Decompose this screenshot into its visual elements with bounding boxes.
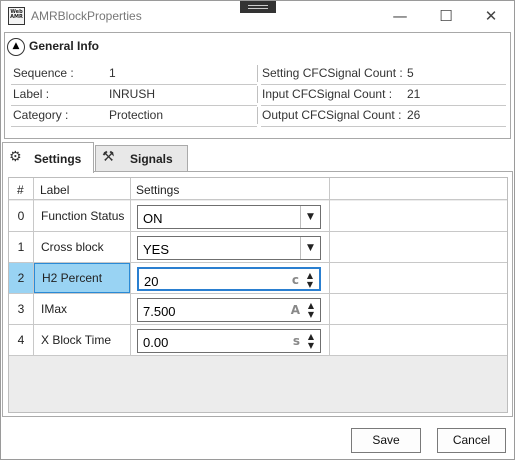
info-row: Category : Protection Output CFCSignal C… bbox=[5, 106, 510, 127]
properties-window: Web AMR AMRBlockProperties — ☐ ✕ ▲ Gener… bbox=[0, 0, 515, 460]
row-index: 2 bbox=[9, 263, 33, 293]
table-row-selected[interactable]: 2 H2 Percent 20 c ▲ ▼ bbox=[9, 263, 507, 294]
stepper-value[interactable]: 0.00 bbox=[143, 335, 168, 350]
spin-down-icon[interactable]: ▼ bbox=[304, 310, 318, 319]
spin-up-icon[interactable]: ▲ bbox=[304, 332, 318, 341]
cancel-button[interactable]: Cancel bbox=[437, 428, 506, 453]
info-value-category: Protection bbox=[109, 108, 164, 122]
function-status-select[interactable]: ON ▼ bbox=[137, 205, 321, 229]
h2-percent-stepper[interactable]: 20 c ▲ ▼ bbox=[137, 267, 321, 291]
divider bbox=[11, 126, 257, 127]
stepper-value[interactable]: 20 bbox=[144, 274, 158, 289]
general-info-title: General Info bbox=[29, 39, 100, 53]
table-row[interactable]: 0 Function Status ON ▼ bbox=[9, 201, 507, 232]
column-divider bbox=[33, 178, 34, 356]
select-value: ON bbox=[143, 211, 163, 226]
maximize-button[interactable]: ☐ bbox=[423, 1, 469, 31]
row-label: X Block Time bbox=[41, 333, 112, 347]
app-logo-icon: Web AMR bbox=[8, 7, 25, 25]
unit-label: c bbox=[291, 273, 299, 287]
stepper-value[interactable]: 7.500 bbox=[143, 304, 176, 319]
info-label-input-count: Input CFCSignal Count : bbox=[262, 87, 393, 101]
title-bar[interactable]: Web AMR AMRBlockProperties — ☐ ✕ bbox=[1, 1, 514, 31]
info-value-setting-count: 5 bbox=[407, 66, 414, 80]
divider bbox=[257, 86, 258, 103]
info-row: Label : INRUSH Input CFCSignal Count : 2… bbox=[5, 85, 510, 106]
divider bbox=[261, 126, 506, 127]
unit-label: s bbox=[292, 334, 300, 348]
info-label-setting-count: Setting CFCSignal Count : bbox=[262, 66, 403, 80]
minimize-button[interactable]: — bbox=[377, 1, 423, 31]
info-label-category: Category : bbox=[13, 108, 69, 122]
select-value: YES bbox=[143, 242, 170, 257]
row-label: Function Status bbox=[41, 209, 125, 223]
drag-grip-icon[interactable] bbox=[240, 1, 276, 13]
row-index: 4 bbox=[17, 333, 25, 347]
general-info-panel: ▲ General Info Sequence : 1 Setting CFCS… bbox=[4, 32, 511, 139]
grid-header: # Label Settings bbox=[9, 178, 507, 200]
row-index: 0 bbox=[17, 209, 25, 223]
divider bbox=[257, 107, 258, 124]
table-row[interactable]: 1 Cross block YES ▼ bbox=[9, 232, 507, 263]
column-header-index[interactable]: # bbox=[17, 183, 24, 197]
info-value-output-count: 26 bbox=[407, 108, 421, 122]
save-button[interactable]: Save bbox=[351, 428, 421, 453]
tab-signals[interactable]: ⚒ Signals bbox=[95, 145, 188, 172]
spinner: ▲ ▼ bbox=[304, 332, 318, 350]
column-header-label[interactable]: Label bbox=[40, 183, 69, 197]
close-button[interactable]: ✕ bbox=[468, 1, 514, 31]
spinner: ▲ ▼ bbox=[303, 271, 317, 289]
info-value-label: INRUSH bbox=[109, 87, 156, 101]
chevron-down-icon[interactable]: ▼ bbox=[300, 237, 320, 259]
collapse-chevron-up-icon[interactable]: ▲ bbox=[7, 38, 25, 56]
info-value-input-count: 21 bbox=[407, 87, 421, 101]
tab-signals-label: Signals bbox=[130, 152, 173, 166]
column-divider bbox=[130, 178, 131, 356]
spin-down-icon[interactable]: ▼ bbox=[303, 280, 317, 289]
info-value-sequence: 1 bbox=[109, 66, 116, 80]
tab-bar: ⚙ Settings ⚒ Signals bbox=[2, 142, 513, 173]
info-label-output-count: Output CFCSignal Count : bbox=[262, 108, 402, 122]
x-block-time-stepper[interactable]: 0.00 s ▲ ▼ bbox=[137, 329, 321, 353]
spinner: ▲ ▼ bbox=[304, 301, 318, 319]
settings-panel: # Label Settings 0 Function Status ON ▼ … bbox=[2, 171, 513, 417]
row-label: IMax bbox=[41, 302, 68, 316]
spin-down-icon[interactable]: ▼ bbox=[304, 341, 318, 350]
info-row: Sequence : 1 Setting CFCSignal Count : 5 bbox=[5, 64, 510, 85]
row-label: Cross block bbox=[41, 240, 104, 254]
row-label: H2 Percent bbox=[34, 263, 130, 293]
table-row[interactable]: 3 IMax 7.500 A ▲ ▼ bbox=[9, 294, 507, 325]
window-title: AMRBlockProperties bbox=[31, 9, 142, 23]
spin-up-icon[interactable]: ▲ bbox=[303, 271, 317, 280]
spin-up-icon[interactable]: ▲ bbox=[304, 301, 318, 310]
imax-stepper[interactable]: 7.500 A ▲ ▼ bbox=[137, 298, 321, 322]
info-label-label: Label : bbox=[13, 87, 50, 101]
tab-settings-label: Settings bbox=[34, 152, 82, 166]
row-index: 1 bbox=[17, 240, 25, 254]
row-index: 3 bbox=[17, 302, 25, 316]
unit-label: A bbox=[290, 303, 300, 317]
divider bbox=[257, 65, 258, 82]
cross-block-select[interactable]: YES ▼ bbox=[137, 236, 321, 260]
column-header-settings[interactable]: Settings bbox=[136, 183, 179, 197]
info-label-sequence: Sequence : bbox=[13, 66, 74, 80]
column-divider bbox=[329, 178, 330, 356]
table-row[interactable]: 4 X Block Time 0.00 s ▲ ▼ bbox=[9, 325, 507, 356]
tab-settings[interactable]: ⚙ Settings bbox=[2, 142, 94, 173]
settings-grid: # Label Settings 0 Function Status ON ▼ … bbox=[8, 177, 508, 413]
tools-icon: ⚒ bbox=[102, 149, 115, 165]
gear-icon: ⚙ bbox=[9, 149, 22, 165]
chevron-down-icon[interactable]: ▼ bbox=[300, 206, 320, 228]
